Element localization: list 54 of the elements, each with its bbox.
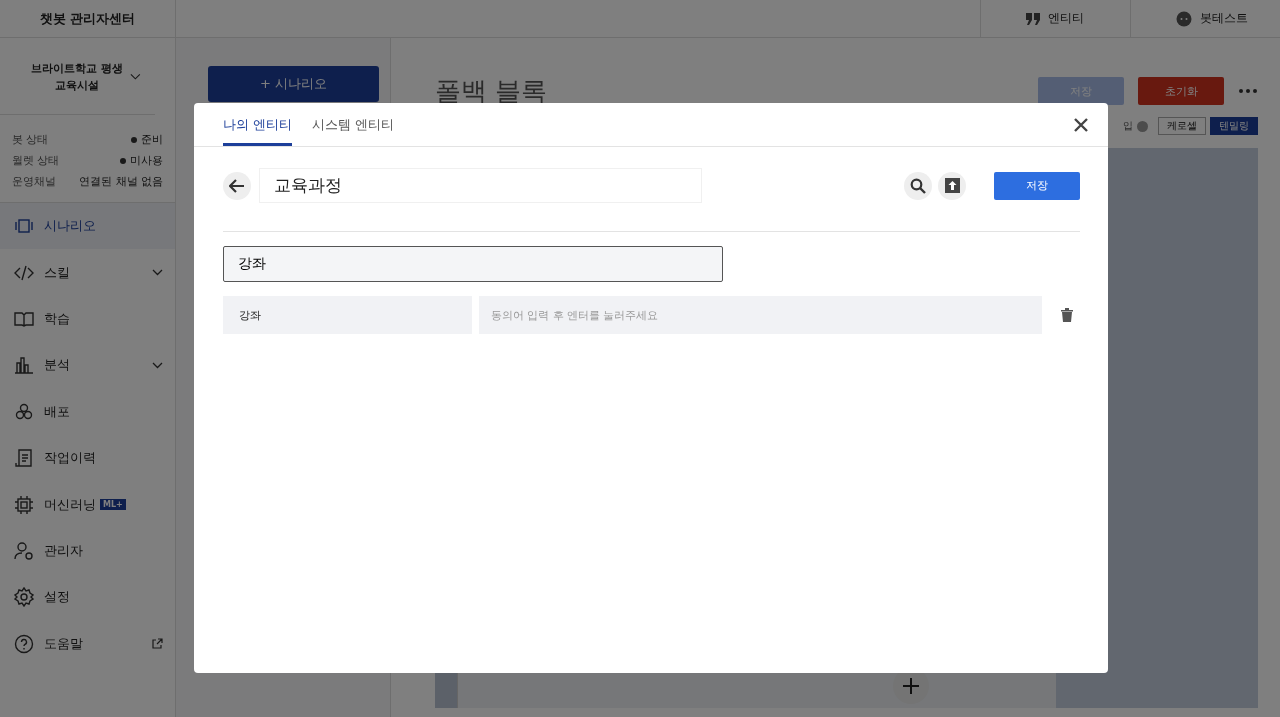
- dialog-tab[interactable]: 시스템 엔티티: [312, 103, 394, 146]
- entity-name-field[interactable]: 교육과정: [259, 168, 702, 203]
- status-label: 운영채널: [12, 174, 56, 189]
- nav-item[interactable]: 설정: [0, 574, 175, 621]
- back-button[interactable]: [223, 171, 251, 200]
- save-button[interactable]: 저장: [994, 171, 1080, 200]
- trash-icon[interactable]: [1061, 308, 1073, 322]
- ml-badge: ML+: [100, 499, 126, 511]
- gear-icon: [14, 587, 34, 608]
- upload-icon: [944, 178, 960, 193]
- search-button[interactable]: [904, 171, 932, 200]
- status-value: 미사용: [130, 153, 163, 168]
- entity-value-cell[interactable]: 강좌: [223, 296, 472, 334]
- add-scenario-button[interactable]: + 시나리오: [208, 66, 379, 102]
- nav-item[interactable]: 도움말: [0, 620, 175, 667]
- chat-icon: [1176, 10, 1192, 27]
- header-link[interactable]: 엔티티: [980, 0, 1130, 37]
- view-toggle[interactable]: 케로셀: [1158, 117, 1206, 135]
- arrow-left-icon: [229, 178, 245, 193]
- header-link[interactable]: 봇테스트: [1130, 0, 1280, 37]
- nav-item[interactable]: 시나리오: [0, 203, 175, 250]
- quote-icon: [1026, 12, 1040, 25]
- history-icon: [14, 448, 34, 469]
- nav-item[interactable]: 스킬: [0, 249, 175, 296]
- nav-item[interactable]: 머신러닝 ML+: [0, 481, 175, 528]
- nav-item[interactable]: 작업이력: [0, 434, 175, 482]
- upload-button[interactable]: [938, 171, 966, 200]
- block-button[interactable]: 초기화: [1138, 77, 1224, 105]
- entity-value-field[interactable]: 강좌: [223, 246, 723, 282]
- search-icon: [910, 177, 926, 194]
- help-icon: [1137, 120, 1148, 132]
- more-icon[interactable]: [1238, 88, 1258, 94]
- admin-icon: [14, 540, 34, 561]
- block-title: 폴백 블록: [435, 74, 548, 108]
- dialog-tab[interactable]: 나의 엔티티: [223, 103, 292, 146]
- view-toggle[interactable]: 텐밀링: [1210, 117, 1258, 135]
- nav-item[interactable]: 관리자: [0, 527, 175, 575]
- deploy-icon: [14, 401, 34, 422]
- chart-icon: [14, 355, 34, 376]
- bot-name[interactable]: 브라이트학교 평생교육시설: [28, 60, 127, 94]
- view-type-label: 입: [1123, 119, 1133, 133]
- status-value: 준비: [141, 132, 163, 147]
- status-label: 월렛 상태: [12, 153, 60, 168]
- nav-item[interactable]: 학습: [0, 295, 175, 343]
- nav-item[interactable]: 분석: [0, 342, 175, 389]
- synonym-field[interactable]: 동의어 입력 후 엔터를 눌러주세요: [479, 296, 1042, 334]
- chevron-down-icon[interactable]: [130, 73, 141, 81]
- chip-icon: [14, 494, 34, 515]
- status-value: 연결된 채널 없음: [79, 174, 163, 189]
- app-title: 챗봇 관리자센터: [0, 0, 176, 37]
- nav-item[interactable]: 배포: [0, 388, 175, 435]
- close-icon[interactable]: [1074, 117, 1088, 132]
- help-icon: [14, 633, 34, 654]
- status-label: 봇 상태: [12, 132, 49, 147]
